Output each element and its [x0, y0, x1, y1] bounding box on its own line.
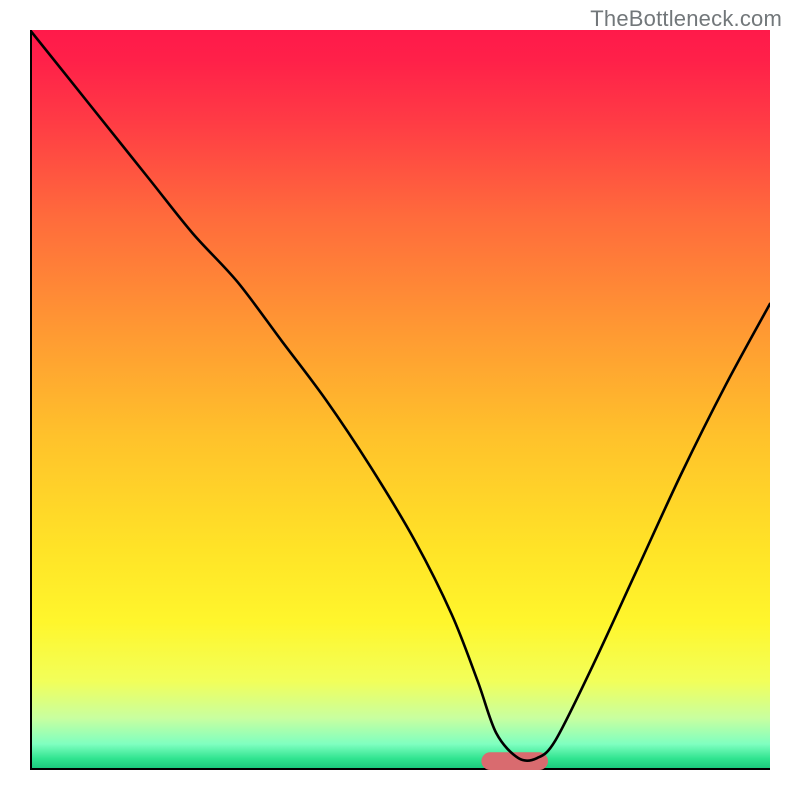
- chart-background: [30, 30, 770, 770]
- chart-svg: [30, 30, 770, 770]
- attribution-text: TheBottleneck.com: [590, 6, 782, 32]
- chart-plot-area: [30, 30, 770, 770]
